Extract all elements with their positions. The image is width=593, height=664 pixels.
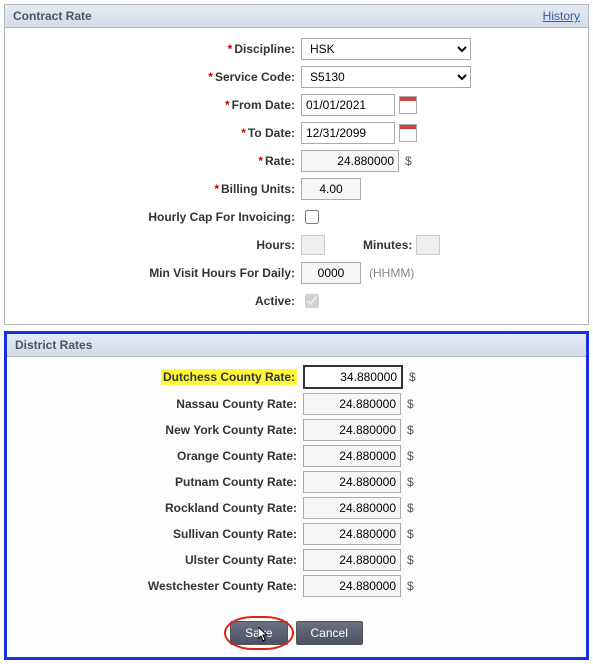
cancel-button[interactable]: Cancel bbox=[296, 621, 363, 645]
district-row-label: Putnam County Rate: bbox=[17, 475, 303, 489]
discipline-select[interactable]: HSK bbox=[301, 38, 471, 60]
district-rate-unit: $ bbox=[407, 527, 414, 541]
hourly-cap-checkbox[interactable] bbox=[305, 210, 319, 224]
history-link[interactable]: History bbox=[543, 9, 580, 23]
district-row-label: Nassau County Rate: bbox=[17, 397, 303, 411]
district-row-label: New York County Rate: bbox=[17, 423, 303, 437]
to-date-input[interactable] bbox=[301, 122, 395, 144]
active-checkbox[interactable] bbox=[305, 294, 319, 308]
district-rate-unit: $ bbox=[407, 397, 414, 411]
calendar-icon[interactable] bbox=[399, 96, 417, 114]
district-rate-unit: $ bbox=[407, 553, 414, 567]
active-label: Active: bbox=[255, 294, 295, 308]
min-visit-label: Min Visit Hours For Daily: bbox=[149, 266, 295, 280]
district-rate-unit: $ bbox=[407, 475, 414, 489]
district-rate-input[interactable] bbox=[303, 575, 401, 597]
district-rate-input[interactable] bbox=[303, 419, 401, 441]
contract-rate-panel: Contract Rate History *Discipline: HSK *… bbox=[4, 4, 589, 325]
district-row: Putnam County Rate: $ bbox=[17, 471, 576, 493]
district-rate-unit: $ bbox=[407, 579, 414, 593]
district-rate-unit: $ bbox=[407, 501, 414, 515]
rate-label: Rate: bbox=[265, 154, 295, 168]
district-rates-panel: District Rates Dutchess County Rate:$Nas… bbox=[4, 331, 589, 660]
district-row-label: Orange County Rate: bbox=[17, 449, 303, 463]
min-visit-hint: (HHMM) bbox=[369, 266, 414, 280]
district-row-label: Dutchess County Rate: bbox=[17, 369, 303, 385]
contract-rate-body: *Discipline: HSK *Service Code: S5130 *F… bbox=[5, 28, 588, 324]
district-rate-input[interactable] bbox=[303, 471, 401, 493]
district-rate-input[interactable] bbox=[303, 523, 401, 545]
contract-rate-title: Contract Rate bbox=[13, 9, 92, 23]
calendar-icon[interactable] bbox=[399, 124, 417, 142]
district-row-label: Westchester County Rate: bbox=[17, 579, 303, 593]
district-row: Dutchess County Rate: $ bbox=[17, 365, 576, 389]
hours-input[interactable] bbox=[301, 235, 325, 255]
from-date-input[interactable] bbox=[301, 94, 395, 116]
to-date-label: To Date: bbox=[248, 126, 295, 140]
district-rate-unit: $ bbox=[407, 449, 414, 463]
district-rate-input[interactable] bbox=[303, 393, 401, 415]
billing-units-label: Billing Units: bbox=[221, 182, 295, 196]
district-row: Westchester County Rate: $ bbox=[17, 575, 576, 597]
rate-input[interactable] bbox=[301, 150, 399, 172]
service-code-select[interactable]: S5130 bbox=[301, 66, 471, 88]
district-row: Nassau County Rate: $ bbox=[17, 393, 576, 415]
district-row: Orange County Rate: $ bbox=[17, 445, 576, 467]
district-row-label: Sullivan County Rate: bbox=[17, 527, 303, 541]
button-bar: Save Cancel bbox=[7, 621, 586, 645]
district-rate-input[interactable] bbox=[303, 549, 401, 571]
district-row: Ulster County Rate: $ bbox=[17, 549, 576, 571]
min-visit-input[interactable] bbox=[301, 262, 361, 284]
service-code-label: Service Code: bbox=[215, 70, 295, 84]
district-row-label: Ulster County Rate: bbox=[17, 553, 303, 567]
district-row: New York County Rate: $ bbox=[17, 419, 576, 441]
hourly-cap-label: Hourly Cap For Invoicing: bbox=[148, 210, 295, 224]
district-row-label: Rockland County Rate: bbox=[17, 501, 303, 515]
minutes-label: Minutes: bbox=[363, 238, 412, 252]
district-rate-input[interactable] bbox=[303, 497, 401, 519]
district-row: Rockland County Rate: $ bbox=[17, 497, 576, 519]
hours-label: Hours: bbox=[256, 238, 295, 252]
district-rate-unit: $ bbox=[409, 370, 416, 384]
district-rate-unit: $ bbox=[407, 423, 414, 437]
minutes-input[interactable] bbox=[416, 235, 440, 255]
rate-unit: $ bbox=[405, 154, 412, 168]
billing-units-input[interactable] bbox=[301, 178, 361, 200]
district-row: Sullivan County Rate: $ bbox=[17, 523, 576, 545]
contract-rate-header: Contract Rate History bbox=[5, 5, 588, 28]
district-rates-body: Dutchess County Rate:$Nassau County Rate… bbox=[7, 357, 586, 605]
from-date-label: From Date: bbox=[232, 98, 295, 112]
district-rate-input[interactable] bbox=[303, 445, 401, 467]
discipline-label: Discipline: bbox=[234, 42, 295, 56]
save-button[interactable]: Save bbox=[230, 621, 287, 645]
district-rate-input[interactable] bbox=[303, 365, 403, 389]
district-rates-header: District Rates bbox=[7, 334, 586, 357]
